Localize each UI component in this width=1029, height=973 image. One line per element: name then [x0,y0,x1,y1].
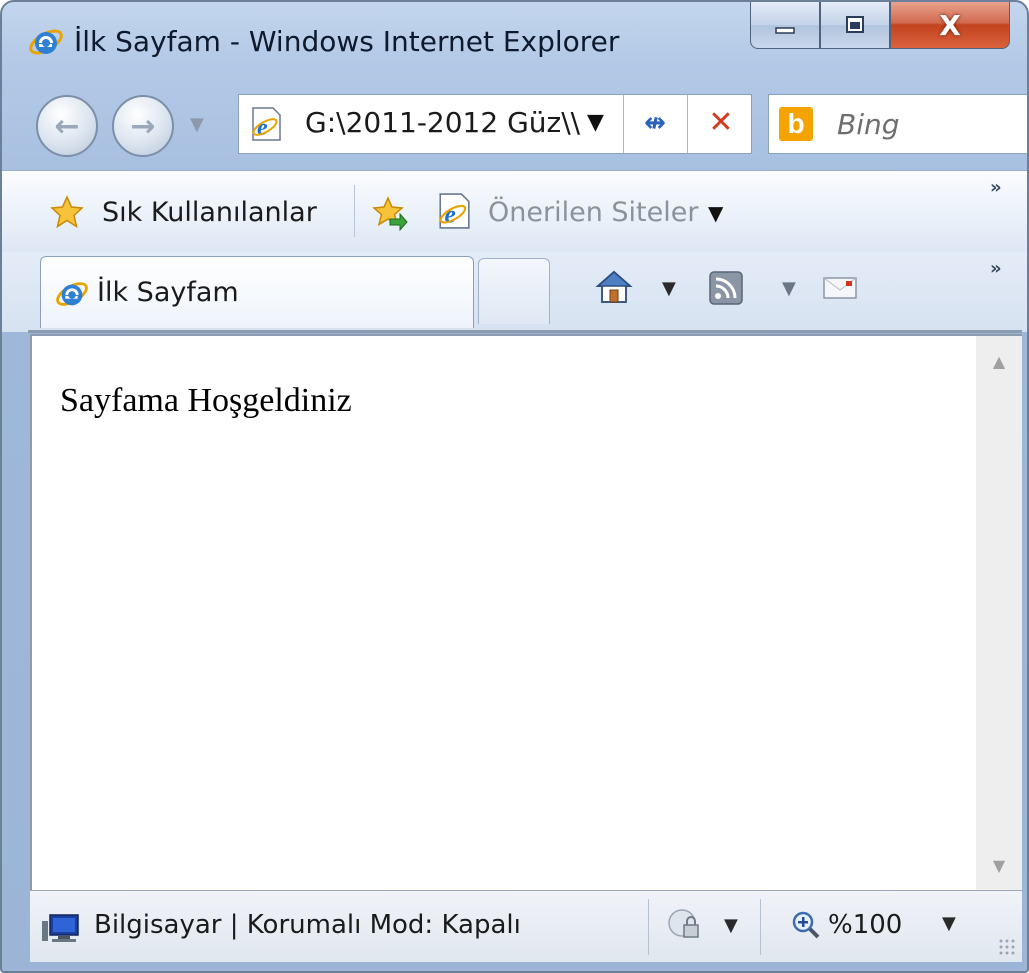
window-title: İlk Sayfam - Windows Internet Explorer [74,25,620,58]
search-box[interactable]: b Bing [768,94,1027,154]
read-mail-icon [823,277,857,299]
tab-ilk-sayfam[interactable]: İlk Sayfam [40,256,474,328]
refresh-button[interactable]: ↮ [631,103,679,143]
feeds-dropdown[interactable]: ▼ [782,266,796,310]
zoom-button[interactable]: %100 [790,905,902,945]
minimize-icon [775,27,795,34]
stop-button[interactable]: ✕ [697,103,745,143]
address-bar[interactable]: e G:\2011-2012 Güz\\ ▼ ↮ ✕ [238,94,752,154]
scroll-down-button[interactable]: ▼ [976,842,1022,888]
scroll-up-button[interactable]: ▲ [976,338,1022,384]
close-button[interactable]: X [890,2,1010,49]
favorites-overflow-chevron[interactable]: » [990,177,1002,198]
svg-text:e: e [257,115,268,141]
vertical-scrollbar[interactable]: ▲ ▼ [976,334,1022,890]
close-icon: X [939,8,961,42]
scroll-down-icon: ▼ [992,855,1006,875]
tab-row-divider [28,330,1022,333]
address-separator [687,95,688,153]
stop-icon: ✕ [708,105,734,140]
new-tab-button[interactable] [478,258,550,324]
security-zone-text: Bilgisayar | Korumalı Mod: Kapalı [94,910,521,940]
favorites-separator [354,185,355,237]
back-button[interactable]: ← [36,95,98,157]
zoom-dropdown[interactable]: ▼ [942,913,956,934]
home-button[interactable] [594,266,634,310]
search-input[interactable]: Bing [837,105,900,145]
suggested-sites-button[interactable]: Önerilen Siteler [488,193,698,233]
commandbar-overflow-chevron[interactable]: » [990,258,1002,279]
rss-feed-icon [709,271,743,305]
title-bar[interactable]: İlk Sayfam - Windows Internet Explorer X [2,2,1027,82]
suggested-sites-dropdown[interactable]: ▼ [708,193,723,233]
status-separator [648,899,649,955]
forward-arrow-icon: → [130,108,156,144]
protected-mode-button[interactable]: ▼ [666,905,738,945]
zoom-level: %100 [828,910,903,940]
status-bar: Bilgisayar | Korumalı Mod: Kapalı ▼ %100… [30,890,1022,962]
caption-buttons: X [750,2,1010,52]
tab-row: İlk Sayfam ▼ ▼ » [2,252,1027,332]
status-separator [760,899,761,955]
ie-logo-icon [29,29,63,55]
navigation-bar: ← → ▼ e G:\2011-2012 Güz\\ ▼ ↮ ✕ b Bing [2,84,1027,168]
favorites-bar: Sık Kullanılanlar e Önerilen Siteler ▼ » [2,170,1027,253]
feeds-button[interactable] [708,266,744,310]
security-lock-icon [668,909,699,938]
maximize-icon [846,16,864,33]
recent-pages-dropdown[interactable]: ▼ [190,114,204,135]
favorites-button[interactable]: Sık Kullanılanlar [102,193,317,233]
maximize-button[interactable] [820,2,890,49]
address-input[interactable]: G:\2011-2012 Güz\\ [305,103,580,143]
ie-suggested-sites-icon: e [439,193,470,229]
zoom-magnifier-icon [792,911,820,939]
back-arrow-icon: ← [54,108,80,144]
computer-zone-icon [42,914,79,942]
read-mail-button[interactable] [820,266,860,310]
address-dropdown-button[interactable]: ▼ [587,103,604,143]
home-icon [595,270,633,303]
resize-grip[interactable] [998,938,1016,956]
home-dropdown[interactable]: ▼ [662,266,676,310]
bing-logo-icon: b [779,107,813,141]
favorites-star-icon [50,195,84,229]
page-content[interactable]: Sayfama Hoşgeldiniz [30,334,976,890]
ie-tab-icon [56,282,88,306]
tab-label: İlk Sayfam [97,277,239,308]
address-separator [623,95,624,153]
protected-mode-dropdown[interactable]: ▼ [724,915,738,936]
refresh-icon: ↮ [644,108,666,138]
add-to-favorites-icon[interactable] [372,195,408,231]
ie-page-icon: e [252,107,281,141]
scroll-up-icon: ▲ [992,351,1006,371]
minimize-button[interactable] [750,2,820,49]
svg-text:e: e [444,201,455,229]
forward-button[interactable]: → [112,95,174,157]
page-body-text: Sayfama Hoşgeldiniz [60,382,352,419]
browser-window: İlk Sayfam - Windows Internet Explorer X… [0,0,1029,973]
